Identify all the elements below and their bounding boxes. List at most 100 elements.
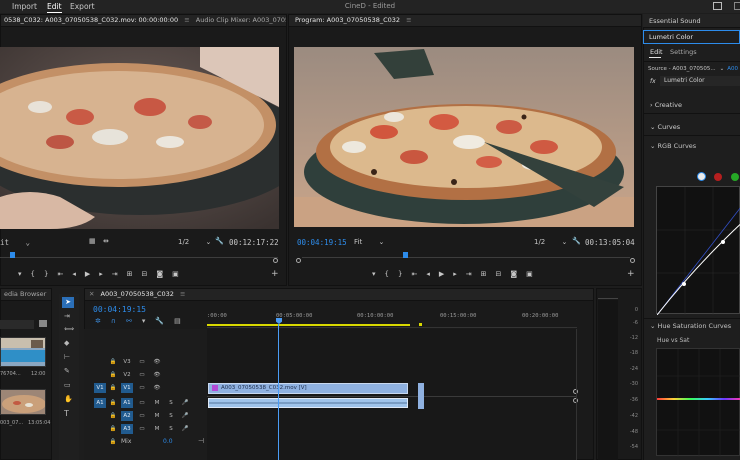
program-zoom-handle-left[interactable] [296,258,301,263]
track-a2-label[interactable]: A2 [121,411,133,421]
rgb-curve-editor[interactable] [656,186,740,315]
go-to-out-icon[interactable]: ⇥ [112,270,118,278]
eye-icon[interactable]: 👁 [151,357,163,367]
track-area[interactable] [207,329,577,460]
program-resolution-select[interactable]: 1/2 ⌄ [534,238,567,246]
lock-icon[interactable]: 🔒 [107,411,119,421]
work-area-end[interactable] [419,323,422,326]
export-frame-icon[interactable]: ⇹ [103,237,109,245]
tab-media-browser[interactable]: edia Browser [4,290,46,298]
green-channel-button[interactable] [731,173,739,181]
mic-icon[interactable]: 🎤 [179,411,191,421]
lock-icon[interactable]: 🔒 [107,357,119,367]
program-zoom-handle-right[interactable] [630,258,635,263]
lock-icon[interactable]: 🔒 [107,437,119,447]
lift-icon[interactable]: ⊞ [481,270,487,278]
magnet-icon[interactable]: ∩ [111,317,116,325]
add-button-icon[interactable]: + [271,269,279,279]
mute-button[interactable]: M [151,398,163,408]
menu-icon[interactable]: ≡ [180,290,185,298]
red-channel-button[interactable] [714,173,722,181]
mic-icon[interactable]: 🎤 [179,398,191,408]
wrench-icon[interactable]: 🔧 [572,237,581,245]
lock-icon[interactable]: 🔒 [107,383,119,393]
rectangle-tool-icon[interactable]: ▭ [64,381,71,389]
bin-icon[interactable] [39,320,47,327]
clip-tail[interactable] [418,383,424,409]
lock-icon[interactable]: 🔒 [107,424,119,434]
audio-clip[interactable] [208,398,408,408]
step-forward-icon[interactable]: ▸ [453,270,457,278]
program-scrub-bar[interactable] [302,257,630,258]
luma-channel-button[interactable] [697,172,706,181]
compare-icon[interactable]: ▣ [526,270,533,278]
tab-essential-sound[interactable]: Essential Sound [643,14,740,28]
mic-icon[interactable]: 🎤 [179,424,191,434]
track-a3-label[interactable]: A3 [121,424,133,434]
source-scrub-bar[interactable] [0,257,278,258]
track-a1-label[interactable]: A1 [121,398,133,408]
mute-button[interactable]: M [151,424,163,434]
slip-tool-icon[interactable]: ⊢ [64,353,70,361]
nest-icon[interactable]: ✲ [95,317,101,325]
mark-out-icon[interactable]: } [398,270,402,278]
extract-icon[interactable]: ⊟ [496,270,502,278]
insert-icon[interactable]: ⊞ [127,270,133,278]
linked-selection-icon[interactable]: ⚯ [126,317,132,325]
mix-value[interactable]: 0.0 [163,438,173,445]
mark-in-icon[interactable]: { [31,270,35,278]
source-patch-v1[interactable]: V1 [94,383,106,393]
razor-tool-icon[interactable]: ◆ [64,339,69,347]
eye-icon[interactable]: 👁 [151,370,163,380]
workspace-icon[interactable] [713,2,722,10]
mix-end-icon[interactable]: ⊣ [198,437,204,445]
eye-icon[interactable]: 👁 [151,383,163,393]
source-patch-a1[interactable]: A1 [94,398,106,408]
wrench-icon[interactable]: 🔧 [155,317,164,325]
step-forward-icon[interactable]: ▸ [99,270,103,278]
panel-icon[interactable] [734,2,740,10]
sync-lock-icon[interactable]: ▭ [136,411,148,421]
mark-out-icon[interactable]: } [44,270,48,278]
compare-icon[interactable]: ▣ [172,270,179,278]
work-area-bar[interactable] [207,324,410,326]
tab-lumetri-color[interactable]: Lumetri Color [643,30,740,44]
play-icon[interactable]: ▶ [85,270,90,278]
solo-button[interactable]: S [165,424,177,434]
sync-lock-icon[interactable]: ▭ [136,383,148,393]
menu-icon[interactable]: ≡ [406,16,411,24]
sync-lock-icon[interactable]: ▭ [136,424,148,434]
solo-button[interactable]: S [165,398,177,408]
thumbnail-clip-2[interactable] [0,389,46,415]
track-select-tool-icon[interactable]: ⇥ [64,312,70,320]
ripple-edit-tool-icon[interactable]: ⟺ [64,325,74,333]
marker-icon[interactable]: ▾ [372,270,376,278]
hue-vs-sat-editor[interactable] [656,348,740,457]
project-search-input[interactable] [0,320,34,329]
menu-icon[interactable]: ≡ [184,16,189,24]
source-playhead[interactable] [10,252,15,258]
source-zoom-handle[interactable] [273,258,278,263]
settings-icon[interactable]: ▦ [89,237,96,245]
captions-icon[interactable]: ▤ [174,317,181,325]
camera-icon[interactable]: ◙ [510,270,517,278]
vertical-scrollbar[interactable] [576,329,577,460]
track-v3-label[interactable]: V3 [121,357,133,367]
hand-tool-icon[interactable]: ✋ [64,395,73,403]
add-marker-icon[interactable]: ▾ [142,317,146,325]
pen-tool-icon[interactable]: ✎ [64,367,70,375]
thumbnail-clip-1[interactable] [0,337,46,367]
program-playhead[interactable] [403,252,408,258]
type-tool-icon[interactable]: T [64,409,69,418]
mark-in-icon[interactable]: { [385,270,389,278]
timeline-timecode[interactable]: 00:04:19:15 [93,305,146,314]
tab-source[interactable]: 0538_C032: A003_07050538_C032.mov: 00:00… [4,16,178,24]
tab-sequence[interactable]: A003_07050538_C032 [101,290,174,298]
source-fit-select[interactable]: it ⌄ [0,238,30,247]
sync-lock-icon[interactable]: ▭ [136,398,148,408]
solo-button[interactable]: S [165,411,177,421]
add-button-icon[interactable]: + [627,269,635,279]
source-resolution-select[interactable]: 1/2 ⌄ [178,238,211,246]
go-to-out-icon[interactable]: ⇥ [466,270,472,278]
wrench-icon[interactable]: 🔧 [215,237,224,245]
